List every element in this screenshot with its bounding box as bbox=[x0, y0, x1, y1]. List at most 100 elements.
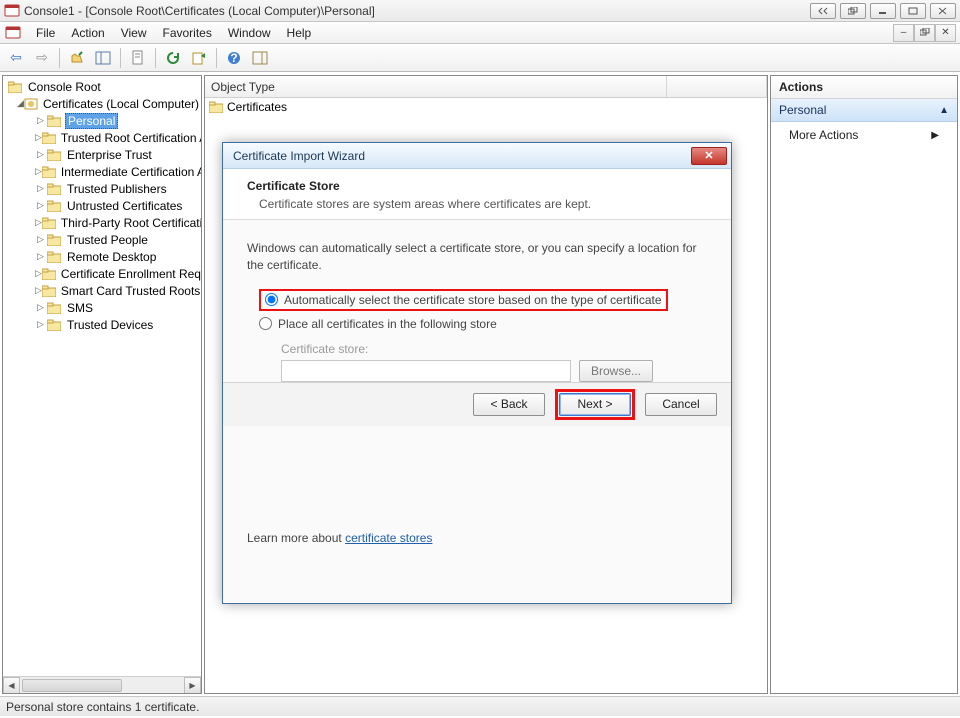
console-root-icon bbox=[7, 80, 23, 94]
cancel-button[interactable]: Cancel bbox=[645, 393, 717, 416]
actions-context[interactable]: Personal ▲ bbox=[771, 99, 957, 122]
expand-icon[interactable]: ▷ bbox=[35, 115, 46, 126]
wizard-close-button[interactable]: ✕ bbox=[691, 147, 727, 165]
tree[interactable]: Console Root ◢ Certificates (Local Compu… bbox=[3, 76, 201, 676]
scroll-thumb[interactable] bbox=[22, 679, 122, 692]
column-blank[interactable] bbox=[667, 76, 767, 97]
cert-snapin-icon bbox=[24, 97, 38, 111]
tree-item[interactable]: ▷Enterprise Trust bbox=[5, 146, 201, 163]
list-item[interactable]: Certificates bbox=[205, 98, 767, 116]
help-icon[interactable]: ? bbox=[222, 47, 246, 69]
content-list[interactable]: Certificates bbox=[205, 98, 767, 116]
tree-item[interactable]: ▷Remote Desktop bbox=[5, 248, 201, 265]
collapse-up-icon[interactable]: ▲ bbox=[939, 105, 949, 116]
menu-action[interactable]: Action bbox=[63, 26, 112, 40]
next-button[interactable]: Next > bbox=[559, 393, 631, 416]
collapse-icon[interactable]: ◢ bbox=[17, 98, 24, 109]
menu-help[interactable]: Help bbox=[279, 26, 320, 40]
expand-icon[interactable]: ▷ bbox=[35, 217, 42, 228]
tree-item[interactable]: ▷ Intermediate Certification Authorities bbox=[5, 163, 201, 180]
expand-icon[interactable]: ▷ bbox=[35, 132, 42, 143]
wizard-title: Certificate Import Wizard bbox=[233, 149, 365, 163]
tree-label: Console Root bbox=[26, 80, 103, 94]
window-cascade-button[interactable] bbox=[840, 3, 866, 19]
folder-icon bbox=[46, 301, 62, 315]
tree-item[interactable]: ▷ Trusted Devices bbox=[5, 316, 201, 333]
tree-item-label: SMS bbox=[65, 301, 95, 315]
show-hide-tree-icon[interactable] bbox=[91, 47, 115, 69]
back-button[interactable]: < Back bbox=[473, 393, 545, 416]
tree-item-label: Trusted Root Certification Authorities bbox=[59, 131, 201, 145]
horizontal-scrollbar[interactable]: ◀ ▶ bbox=[3, 676, 201, 693]
wizard-subheading: Certificate stores are system areas wher… bbox=[247, 197, 707, 211]
expand-icon[interactable]: ▷ bbox=[35, 251, 46, 262]
window-maximize-button[interactable] bbox=[900, 3, 926, 19]
scroll-left-button[interactable]: ◀ bbox=[3, 677, 20, 694]
learn-more-link[interactable]: certificate stores bbox=[345, 531, 432, 545]
scroll-track[interactable] bbox=[20, 677, 184, 694]
tree-item-label: Untrusted Certificates bbox=[65, 199, 184, 213]
expand-icon[interactable]: ▷ bbox=[35, 166, 42, 177]
action-pane-toggle-icon[interactable] bbox=[248, 47, 272, 69]
tree-item-label: Trusted Devices bbox=[65, 318, 155, 332]
tree-root[interactable]: Console Root bbox=[5, 78, 201, 95]
actions-pane: Actions Personal ▲ More Actions ▶ bbox=[770, 75, 958, 694]
menu-view[interactable]: View bbox=[113, 26, 155, 40]
refresh-icon[interactable] bbox=[161, 47, 185, 69]
column-object-type[interactable]: Object Type bbox=[205, 76, 667, 97]
expand-icon[interactable]: ▷ bbox=[35, 268, 42, 279]
folder-icon bbox=[46, 233, 62, 247]
expand-icon[interactable]: ▷ bbox=[35, 285, 42, 296]
expand-icon[interactable]: ▷ bbox=[35, 183, 46, 194]
tree-item-label: Personal bbox=[65, 113, 118, 129]
folder-icon bbox=[46, 318, 62, 332]
window-prev-button[interactable] bbox=[810, 3, 836, 19]
expand-icon[interactable]: ▷ bbox=[35, 200, 46, 211]
tree-item[interactable]: ▷ Trusted Root Certification Authorities bbox=[5, 129, 201, 146]
export-list-icon[interactable] bbox=[187, 47, 211, 69]
radio-auto-select[interactable] bbox=[265, 293, 278, 306]
menu-favorites[interactable]: Favorites bbox=[155, 26, 220, 40]
tree-item[interactable]: ▷Trusted Publishers bbox=[5, 180, 201, 197]
wizard-titlebar[interactable]: Certificate Import Wizard ✕ bbox=[223, 143, 731, 169]
tree-item-label: Trusted People bbox=[65, 233, 150, 247]
radio-place-label: Place all certificates in the following … bbox=[278, 317, 497, 331]
tree-item[interactable]: ▷Third-Party Root Certification Authorit… bbox=[5, 214, 201, 231]
window-minimize-button[interactable] bbox=[870, 3, 896, 19]
tree-item[interactable]: ▷ SMS bbox=[5, 299, 201, 316]
tree-item[interactable]: ▷ Personal bbox=[5, 112, 201, 129]
expand-icon[interactable]: ▷ bbox=[35, 319, 46, 330]
expand-icon[interactable]: ▷ bbox=[35, 234, 46, 245]
tree-item[interactable]: ▷Certificate Enrollment Requests bbox=[5, 265, 201, 282]
tree-item[interactable]: ▷Smart Card Trusted Roots bbox=[5, 282, 201, 299]
menu-file[interactable]: File bbox=[28, 26, 63, 40]
radio-place-following[interactable] bbox=[259, 317, 272, 330]
list-header[interactable]: Object Type bbox=[205, 76, 767, 98]
folder-icon bbox=[46, 114, 62, 128]
up-one-level-icon[interactable] bbox=[65, 47, 89, 69]
tree-item[interactable]: ▷ Trusted People bbox=[5, 231, 201, 248]
titlebar: Console1 - [Console Root\Certificates (L… bbox=[0, 0, 960, 22]
actions-more-label: More Actions bbox=[789, 128, 858, 142]
cert-store-subsection: Certificate store: Browse... bbox=[247, 334, 707, 382]
submenu-arrow-icon: ▶ bbox=[931, 130, 939, 141]
scroll-right-button[interactable]: ▶ bbox=[184, 677, 201, 694]
expand-icon[interactable]: ▷ bbox=[35, 149, 46, 160]
radio-auto-select-row[interactable]: Automatically select the certificate sto… bbox=[247, 286, 707, 314]
mdi-close[interactable]: ✕ bbox=[935, 24, 956, 42]
actions-more[interactable]: More Actions ▶ bbox=[771, 122, 957, 148]
menu-window[interactable]: Window bbox=[220, 26, 279, 40]
folder-icon bbox=[46, 148, 62, 162]
mmc-icon bbox=[4, 3, 20, 19]
radio-place-row[interactable]: Place all certificates in the following … bbox=[247, 314, 707, 334]
tree-item[interactable]: ▷ Untrusted Certificates bbox=[5, 197, 201, 214]
window-close-button[interactable] bbox=[930, 3, 956, 19]
properties-icon[interactable] bbox=[126, 47, 150, 69]
mdi-minimize[interactable]: ‒ bbox=[893, 24, 914, 42]
nav-back-button[interactable]: ⇦ bbox=[4, 47, 28, 69]
tree-certs-root[interactable]: ◢ Certificates (Local Computer) bbox=[5, 95, 201, 112]
tree-item-label: Intermediate Certification Authorities bbox=[59, 165, 201, 179]
expand-icon[interactable]: ▷ bbox=[35, 302, 46, 313]
browse-button: Browse... bbox=[579, 360, 653, 382]
mdi-restore[interactable] bbox=[914, 24, 935, 42]
